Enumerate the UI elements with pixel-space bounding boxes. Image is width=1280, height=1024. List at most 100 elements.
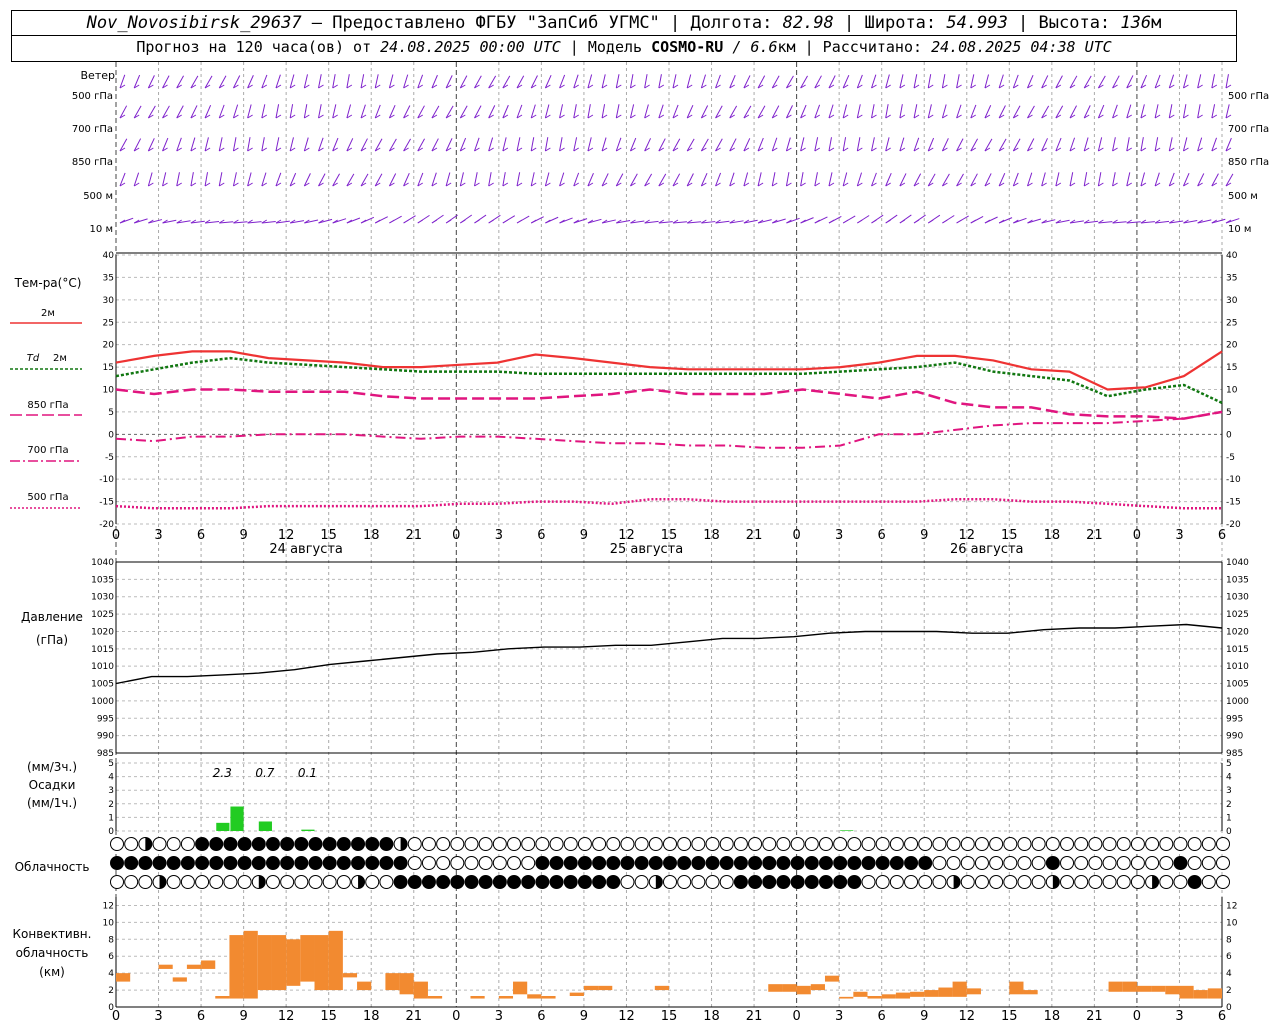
cloud-symbol — [1159, 856, 1174, 870]
day-label: 26 августа — [950, 542, 1024, 557]
cloud-symbol — [1088, 837, 1103, 851]
cloud-fill — [422, 875, 436, 889]
temp-tick-label: -5 — [105, 453, 114, 463]
cloud-symbol — [521, 856, 536, 870]
conv-cloud-bar — [158, 964, 173, 969]
temp-tick-label-right: -20 — [1226, 520, 1241, 530]
wind-barb — [1183, 219, 1198, 224]
cloud-fill-half — [358, 875, 365, 889]
cloud-symbol — [577, 837, 592, 851]
wind-barb — [1168, 104, 1175, 119]
wind-barb — [1041, 75, 1049, 89]
wind-barb — [672, 173, 681, 187]
cloud-symbol — [1017, 856, 1032, 870]
cloud-fill — [309, 837, 323, 851]
wind-barb — [842, 75, 850, 89]
cloud-fill — [819, 875, 833, 889]
conv-title-1: Конвективн. — [13, 927, 92, 941]
cloud-symbol — [294, 856, 309, 870]
wind-barb — [715, 74, 721, 89]
wind-barb — [502, 215, 516, 224]
cloud-symbol — [1031, 856, 1046, 870]
wind-barb-shaft — [1182, 104, 1187, 119]
pressure-tick-label-right: 1030 — [1226, 593, 1249, 603]
conv-cloud-bar — [286, 939, 301, 986]
wind-barb-shaft — [573, 137, 578, 152]
cloud-circle — [180, 837, 195, 851]
wind-barb — [559, 104, 565, 119]
cloud-fill — [862, 856, 876, 870]
cloud-circle — [1201, 837, 1216, 851]
cloud-circle — [209, 875, 224, 889]
cloud-symbol — [989, 837, 1004, 851]
day-label: 25 августа — [610, 542, 684, 557]
conv-tick-label: 0 — [108, 1003, 114, 1013]
wind-barb-shaft — [1225, 74, 1229, 89]
temp-tick-label: 40 — [103, 251, 115, 261]
cloud-symbol — [677, 856, 692, 870]
wind-barb — [374, 216, 388, 224]
cloud-fill — [1188, 875, 1202, 889]
wind-barb-shaft — [1126, 137, 1130, 152]
wind-barb — [133, 138, 142, 152]
hour-label: 21 — [405, 528, 422, 543]
wind-barb — [701, 219, 716, 224]
wind-barb — [374, 138, 383, 152]
cloud-fill — [847, 856, 861, 870]
cloud-circle — [421, 837, 436, 851]
hour-label: 0 — [452, 528, 460, 543]
cloud-circle — [308, 875, 323, 889]
wind-level-label-right: 500 м — [1228, 191, 1258, 202]
wind-barb-shaft — [615, 74, 620, 89]
wind-barb — [403, 138, 412, 152]
cloud-symbol — [209, 875, 224, 889]
temp-title: Тем-ра(°С) — [14, 276, 82, 290]
hour-label: 12 — [278, 528, 295, 543]
cloud-fill — [890, 856, 904, 870]
conv-cloud-bar — [271, 935, 287, 991]
cloud-symbol — [1116, 856, 1131, 870]
conv-tick-label-right: 2 — [1226, 986, 1232, 996]
wind-barb — [984, 138, 993, 152]
wind-barb — [715, 172, 722, 187]
hour-label: 15 — [320, 528, 337, 543]
cloud-fill — [649, 856, 663, 870]
cloud-symbol — [733, 875, 748, 889]
cloud-symbol — [776, 875, 791, 889]
wind-barb — [1126, 172, 1133, 187]
cloud-symbol — [818, 875, 833, 889]
wind-barb — [984, 105, 992, 119]
cloud-circle — [804, 837, 819, 851]
wind-barb — [1055, 172, 1062, 187]
temp-tick-label: 20 — [103, 341, 115, 351]
precip-tick-label: 0 — [108, 827, 114, 837]
cloud-symbol — [1060, 837, 1075, 851]
wind-barb — [998, 74, 1005, 89]
wind-barb — [573, 104, 580, 119]
wind-barb — [743, 219, 758, 224]
wind-barb — [474, 105, 482, 119]
cloud-symbol — [563, 837, 578, 851]
hour-label-bottom: 9 — [239, 1009, 247, 1024]
wind-barb — [800, 172, 806, 187]
cloud-circle — [1088, 856, 1103, 870]
wind-barb-feather — [445, 219, 452, 224]
hour-label: 9 — [580, 528, 588, 543]
cloud-symbol — [1201, 837, 1216, 851]
wind-barb — [757, 75, 766, 89]
cloud-fill — [677, 856, 691, 870]
cloud-fill — [379, 856, 393, 870]
cloud-symbol — [379, 856, 394, 870]
wind-barb — [162, 75, 170, 89]
pressure-tick-label-right: 995 — [1226, 714, 1243, 724]
cloud-circle — [918, 875, 933, 889]
pressure-tick-label: 995 — [97, 714, 114, 724]
precip-3h-label: 0.7 — [255, 766, 274, 780]
cloud-symbol — [634, 856, 649, 870]
wind-barb — [204, 104, 212, 119]
wind-barb — [1140, 137, 1147, 152]
wind-barb — [431, 138, 439, 152]
cloud-circle — [606, 837, 621, 851]
wind-barb — [275, 104, 282, 119]
wind-barb-shaft — [885, 104, 889, 119]
